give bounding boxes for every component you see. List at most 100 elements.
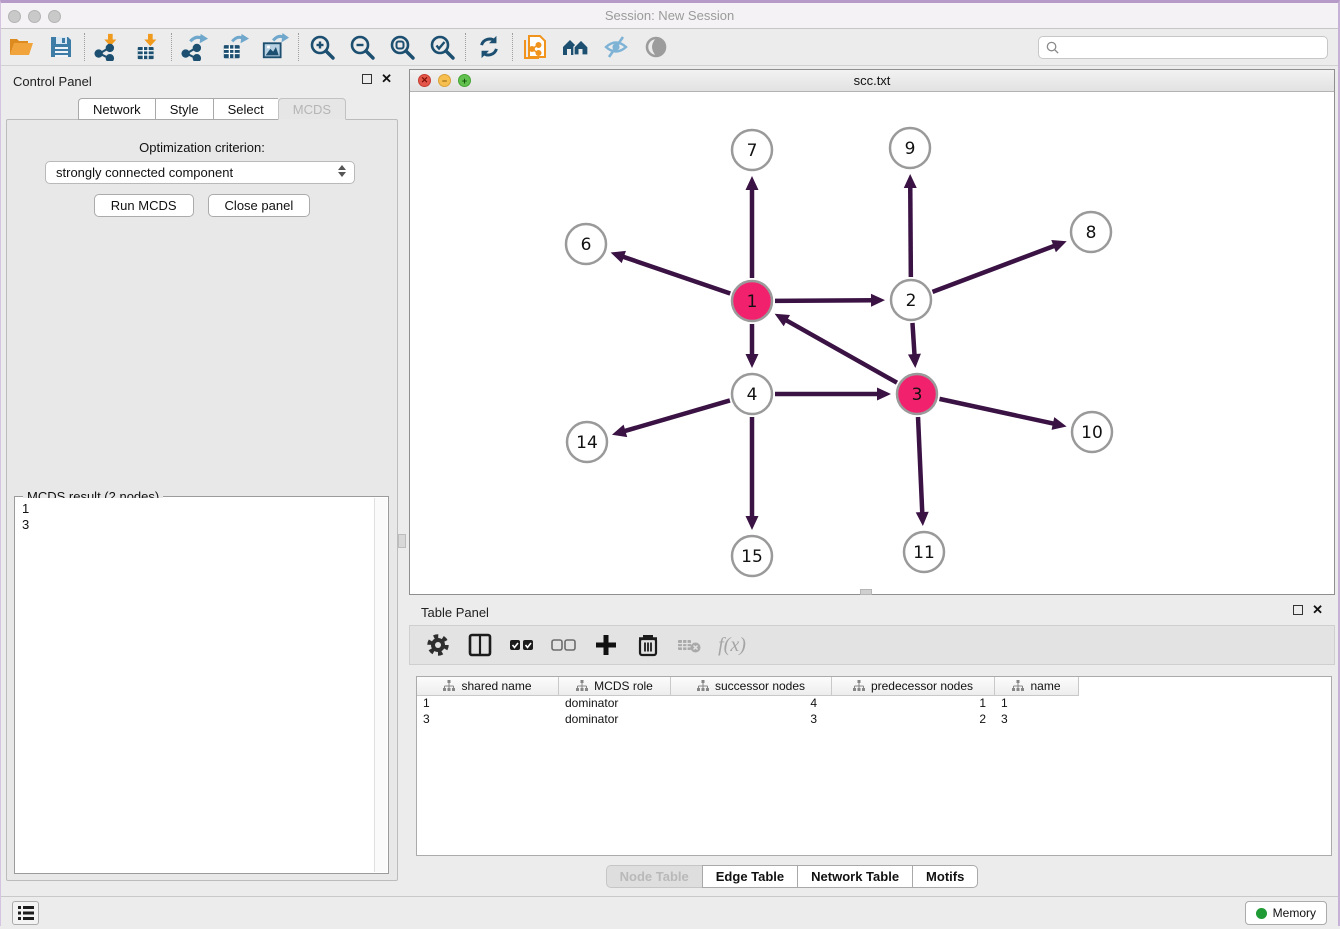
- open-file-icon[interactable]: [1, 31, 41, 63]
- add-column-icon[interactable]: [590, 630, 622, 660]
- zoom-out-icon[interactable]: [342, 31, 382, 63]
- import-table-icon[interactable]: [128, 31, 168, 63]
- close-panel-icon[interactable]: ✕: [381, 74, 392, 84]
- edge-arrowhead: [612, 425, 627, 437]
- memory-button[interactable]: Memory: [1245, 901, 1327, 925]
- table-cell[interactable]: 4: [671, 696, 832, 712]
- delete-table-icon: [674, 630, 706, 660]
- edge-arrowhead: [871, 294, 885, 307]
- table-cell[interactable]: 3: [671, 712, 832, 728]
- table-toolbar: f(x): [409, 625, 1335, 665]
- edge-arrowhead: [916, 512, 929, 526]
- column-header-label: shared name: [461, 679, 531, 693]
- result-scrollbar[interactable]: [374, 498, 387, 872]
- column-hierarchy-icon: [697, 680, 709, 692]
- tab-node-table[interactable]: Node Table: [606, 865, 702, 888]
- zoom-fit-icon[interactable]: [382, 31, 422, 63]
- node-label-1: 1: [747, 292, 758, 312]
- main-toolbar: [1, 29, 1338, 66]
- hide-icon[interactable]: [596, 31, 636, 63]
- deselect-all-icon[interactable]: [548, 630, 580, 660]
- application-window: Session: New Session: [0, 0, 1340, 926]
- node-table: shared name MCDS rolesuccessor nodesprede…: [416, 676, 1332, 856]
- node-label-10: 10: [1081, 423, 1103, 443]
- network-frame-titlebar[interactable]: ✕ − + scc.txt: [410, 70, 1334, 92]
- select-all-icon[interactable]: [506, 630, 538, 660]
- table-cell[interactable]: dominator: [559, 712, 671, 728]
- edge-2-3[interactable]: [912, 323, 914, 358]
- table-row[interactable]: 3dominator323: [417, 712, 1331, 728]
- refresh-icon[interactable]: [469, 31, 509, 63]
- float-panel-icon[interactable]: [1293, 605, 1303, 615]
- export-table-icon[interactable]: [215, 31, 255, 63]
- column-header-predecessor-nodes[interactable]: predecessor nodes: [832, 677, 995, 696]
- table-body: 1dominator4113dominator323: [417, 696, 1331, 728]
- zoom-selected-icon[interactable]: [422, 31, 462, 63]
- close-panel-icon[interactable]: ✕: [1312, 605, 1323, 615]
- memory-label: Memory: [1273, 906, 1316, 920]
- tab-network[interactable]: Network: [78, 98, 155, 120]
- tab-mcds[interactable]: MCDS: [278, 98, 346, 120]
- edge-arrowhead: [1052, 417, 1067, 430]
- table-cell[interactable]: 1: [832, 696, 995, 712]
- table-cell[interactable]: dominator: [559, 696, 671, 712]
- tab-motifs[interactable]: Motifs: [912, 865, 978, 888]
- import-network-icon[interactable]: [88, 31, 128, 63]
- criterion-dropdown[interactable]: strongly connected component: [45, 161, 355, 184]
- function-builder-icon: f(x): [716, 630, 748, 660]
- table-cell[interactable]: 3: [995, 712, 1079, 728]
- column-layout-icon[interactable]: [464, 630, 496, 660]
- table-cell[interactable]: 2: [832, 712, 995, 728]
- task-history-button[interactable]: [12, 901, 39, 925]
- edge-3-1[interactable]: [783, 319, 897, 383]
- delete-column-icon[interactable]: [632, 630, 664, 660]
- frame-resize-grip[interactable]: [860, 589, 872, 595]
- tab-select[interactable]: Select: [213, 98, 278, 120]
- export-network-icon[interactable]: [175, 31, 215, 63]
- node-label-2: 2: [906, 291, 917, 311]
- column-header-successor-nodes[interactable]: successor nodes: [671, 677, 832, 696]
- table-cell[interactable]: 1: [417, 696, 559, 712]
- search-input[interactable]: [1060, 40, 1310, 54]
- column-header-label: name: [1030, 679, 1060, 693]
- save-session-icon[interactable]: [41, 31, 81, 63]
- show-icon[interactable]: [636, 31, 676, 63]
- edge-2-9[interactable]: [910, 184, 911, 277]
- tab-style[interactable]: Style: [155, 98, 213, 120]
- settings-gear-icon[interactable]: [422, 630, 454, 660]
- window-titlebar: Session: New Session: [1, 3, 1338, 29]
- tab-edge-table[interactable]: Edge Table: [702, 865, 797, 888]
- search-box[interactable]: [1038, 36, 1328, 59]
- network-canvas-svg[interactable]: 7968124314101511: [410, 92, 1334, 594]
- toolbar-separator: [298, 33, 299, 61]
- table-row[interactable]: 1dominator411: [417, 696, 1331, 712]
- splitter-grip[interactable]: [398, 534, 406, 548]
- close-panel-button[interactable]: Close panel: [208, 194, 311, 217]
- home-icon[interactable]: [556, 31, 596, 63]
- tab-network-table[interactable]: Network Table: [797, 865, 912, 888]
- zoom-in-icon[interactable]: [302, 31, 342, 63]
- edge-1-2[interactable]: [775, 300, 875, 301]
- node-label-8: 8: [1086, 223, 1097, 243]
- edge-arrowhead: [746, 354, 759, 368]
- column-hierarchy-icon: [576, 680, 588, 692]
- node-label-14: 14: [576, 433, 598, 453]
- run-mcds-button[interactable]: Run MCDS: [94, 194, 194, 217]
- clone-network-icon[interactable]: [516, 31, 556, 63]
- edge-arrowhead: [611, 251, 626, 263]
- column-header-name[interactable]: name: [995, 677, 1079, 696]
- edge-4-14[interactable]: [622, 400, 730, 432]
- column-header-MCDS-role[interactable]: MCDS role: [559, 677, 671, 696]
- edge-3-11[interactable]: [918, 417, 922, 516]
- table-cell[interactable]: 1: [995, 696, 1079, 712]
- node-label-6: 6: [581, 235, 592, 255]
- mcds-tab-pane: Optimization criterion: strongly connect…: [6, 119, 398, 881]
- float-panel-icon[interactable]: [362, 74, 372, 84]
- table-cell[interactable]: 3: [417, 712, 559, 728]
- table-header-row: shared name MCDS rolesuccessor nodesprede…: [417, 677, 1331, 696]
- edge-3-10[interactable]: [939, 399, 1056, 424]
- edge-1-6[interactable]: [620, 256, 730, 294]
- export-image-icon[interactable]: [255, 31, 295, 63]
- column-header-shared-name[interactable]: shared name: [417, 677, 559, 696]
- edge-2-8[interactable]: [933, 245, 1058, 292]
